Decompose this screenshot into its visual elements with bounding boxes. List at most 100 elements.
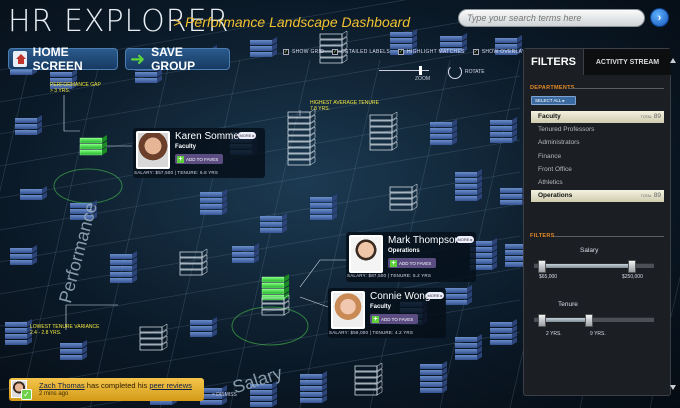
department-list: Faculty TOTAL 89 Tenured Professors Admini… bbox=[531, 111, 664, 203]
stack-block bbox=[389, 198, 413, 205]
tenure-range-fill bbox=[542, 318, 590, 322]
zoom-handle[interactable] bbox=[419, 66, 422, 75]
tab-activity-stream[interactable]: ACTIVITY STREAM bbox=[584, 49, 671, 75]
stack-block bbox=[310, 203, 332, 208]
stack-side bbox=[341, 54, 348, 64]
department-item[interactable]: Athletics bbox=[531, 177, 664, 189]
toggle-show-grid[interactable]: ✓ SHOW GRID bbox=[283, 49, 324, 55]
department-item[interactable]: Tenured Professors bbox=[531, 124, 664, 136]
stack-block bbox=[79, 149, 103, 156]
checkbox-icon: ✓ bbox=[472, 49, 479, 55]
stack-block bbox=[420, 376, 442, 381]
stack-block bbox=[5, 334, 27, 339]
toggle-highlight-matches[interactable]: ✓ HIGHLIGHT MATCHES bbox=[398, 49, 465, 55]
stack-block bbox=[139, 344, 163, 351]
salary-range-fill bbox=[542, 264, 633, 268]
more-button[interactable]: MORE ▸ bbox=[238, 132, 256, 139]
stack-block bbox=[190, 332, 212, 337]
select-all-button[interactable]: SELECT ALL ▸ bbox=[531, 96, 576, 105]
stack-block bbox=[79, 143, 103, 150]
scroll-down-icon[interactable] bbox=[670, 385, 676, 390]
stack-block bbox=[232, 246, 254, 251]
stack-block bbox=[110, 254, 132, 259]
department-item[interactable]: Administrators bbox=[531, 137, 664, 149]
stack-block bbox=[60, 343, 82, 348]
tenure-min-value: 2 YRS. bbox=[546, 331, 562, 337]
add-to-faves-button[interactable]: + ADD TO FAVES bbox=[388, 258, 436, 268]
salary-min-handle[interactable] bbox=[538, 260, 547, 273]
stack-block bbox=[490, 340, 512, 345]
stack-block bbox=[455, 343, 477, 348]
tenure-min-handle[interactable] bbox=[538, 314, 547, 327]
tenure-slider[interactable] bbox=[534, 314, 654, 327]
stack-block bbox=[354, 377, 378, 384]
stack-side bbox=[376, 374, 383, 384]
stack-block bbox=[490, 132, 512, 137]
tag-lowest-variance: LOWEST TENURE VARIANCE 2.4 - 2.8 YRS. bbox=[30, 324, 99, 336]
toggle-show-overlays[interactable]: ✓ SHOW OVERLAYS bbox=[472, 49, 529, 55]
add-to-faves-button[interactable]: + ADD TO FAVES bbox=[175, 154, 223, 164]
toggle-label: HIGHLIGHT MATCHES bbox=[407, 49, 465, 55]
stack-block bbox=[179, 263, 203, 270]
tab-filters[interactable]: FILTERS bbox=[524, 49, 584, 75]
stack-block bbox=[20, 195, 42, 200]
stack-side bbox=[391, 117, 398, 127]
toggle-detailed-labels[interactable]: ✓ DETAILED LABELS bbox=[332, 49, 390, 55]
salary-max-handle[interactable] bbox=[628, 260, 637, 273]
peer-reviews-link[interactable]: peer reviews bbox=[149, 381, 192, 390]
data-stack bbox=[354, 362, 383, 396]
department-item[interactable]: Faculty TOTAL 89 bbox=[531, 111, 664, 123]
department-item[interactable]: Finance bbox=[531, 151, 664, 163]
stack-block bbox=[430, 134, 452, 139]
stack-block bbox=[310, 215, 332, 220]
data-stack bbox=[455, 169, 482, 201]
stack-block bbox=[389, 204, 413, 211]
stack-block bbox=[390, 32, 412, 37]
dismiss-button[interactable]: × DISMISS bbox=[212, 392, 237, 398]
stack-block bbox=[5, 322, 27, 327]
zoom-label: ZOOM bbox=[415, 76, 430, 82]
search-go-button[interactable]: › bbox=[650, 8, 669, 27]
panel-scrollbar[interactable] bbox=[670, 50, 676, 392]
data-stack bbox=[60, 340, 87, 360]
salary-slider[interactable] bbox=[534, 260, 654, 273]
stack-side bbox=[161, 335, 168, 345]
stack-block bbox=[190, 326, 212, 331]
stack-block bbox=[445, 288, 467, 293]
search-input[interactable] bbox=[458, 9, 645, 27]
stack-side bbox=[309, 144, 316, 154]
zoom-slider[interactable]: ZOOM bbox=[375, 64, 433, 84]
stack-block bbox=[250, 40, 272, 45]
person-dept: Faculty bbox=[370, 304, 392, 310]
total-value: 89 bbox=[653, 113, 661, 120]
home-screen-button[interactable]: HOME SCREEN bbox=[8, 45, 118, 73]
activity-notification[interactable]: ✓ Zach Thomas has completed his peer rev… bbox=[9, 378, 204, 401]
stack-block bbox=[300, 374, 322, 379]
add-to-faves-label: ADD TO FAVES bbox=[381, 316, 414, 322]
scroll-up-icon[interactable] bbox=[670, 58, 676, 63]
add-to-faves-button[interactable]: + ADD TO FAVES bbox=[370, 314, 418, 324]
stack-block bbox=[369, 138, 393, 145]
stack-block bbox=[354, 383, 378, 390]
department-label: Administrators bbox=[538, 139, 580, 147]
tenure-max-handle[interactable] bbox=[585, 314, 594, 327]
total-label: TOTAL bbox=[640, 194, 652, 199]
stack-side bbox=[411, 189, 418, 199]
data-stack bbox=[139, 323, 168, 351]
department-item[interactable]: Front Office bbox=[531, 164, 664, 176]
notification-user-link[interactable]: Zach Thomas bbox=[39, 381, 85, 390]
stack-block bbox=[232, 252, 254, 257]
stack-block bbox=[200, 204, 222, 209]
department-item[interactable]: Operations TOTAL 89 bbox=[531, 190, 664, 203]
more-button[interactable]: MORE ▸ bbox=[426, 292, 444, 299]
highlighted-stack bbox=[79, 135, 107, 156]
stack-block bbox=[455, 178, 477, 183]
rotate-button[interactable]: ROTATE bbox=[448, 65, 485, 79]
save-group-button[interactable]: ➜ SAVE GROUP bbox=[125, 45, 230, 73]
data-stack bbox=[20, 186, 47, 200]
tenure-max-value: 9 YRS. bbox=[590, 331, 606, 337]
stack-block bbox=[139, 338, 163, 345]
more-button[interactable]: MORE ▸ bbox=[456, 236, 474, 243]
stack-block bbox=[10, 260, 32, 265]
data-stack bbox=[200, 189, 227, 215]
